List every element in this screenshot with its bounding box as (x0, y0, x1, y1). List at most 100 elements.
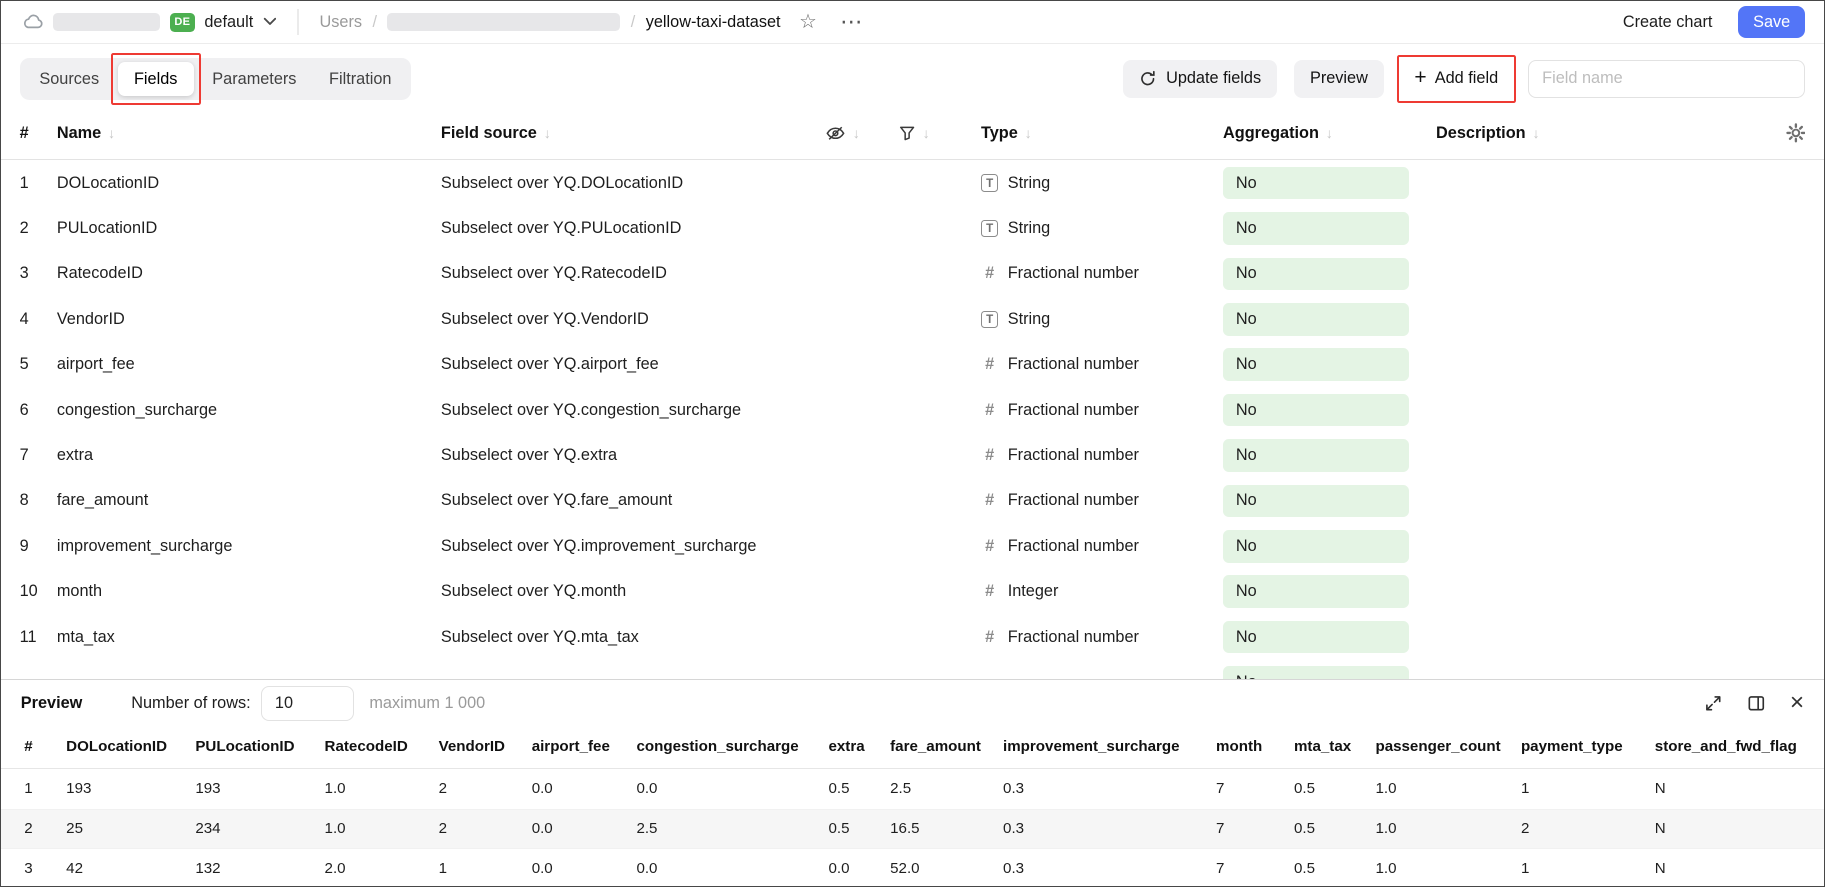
aggregation-select[interactable]: No (1223, 530, 1409, 563)
favorite-star-icon[interactable]: ☆ (799, 10, 817, 34)
number-of-rows-input[interactable] (261, 686, 354, 721)
col-header-aggregation[interactable]: Aggregation ↓ (1223, 124, 1436, 143)
field-source[interactable]: Subselect over YQ.mta_tax (441, 628, 825, 647)
sort-arrow-icon[interactable]: ↓ (544, 125, 551, 141)
expand-preview-icon[interactable] (1704, 694, 1723, 713)
field-row[interactable]: 8fare_amountSubselect over YQ.fare_amoun… (1, 478, 1824, 523)
preview-cell: 1.0 (1375, 780, 1520, 797)
col-header-type[interactable]: Type ↓ (981, 124, 1223, 143)
sort-arrow-icon[interactable]: ↓ (1533, 125, 1540, 141)
aggregation-select[interactable]: No (1223, 212, 1409, 245)
field-source[interactable]: Subselect over YQ.RatecodeID (441, 264, 825, 283)
field-row[interactable]: 6congestion_surchargeSubselect over YQ.c… (1, 387, 1824, 432)
sort-arrow-icon[interactable]: ↓ (853, 125, 860, 141)
more-actions-icon[interactable]: ⋯ (840, 11, 862, 33)
field-type[interactable]: #Fractional number (981, 491, 1223, 510)
field-name[interactable]: improvement_surcharge (57, 537, 441, 556)
field-type[interactable]: #Fractional number (981, 628, 1223, 647)
field-row[interactable]: 7extraSubselect over YQ.extra#Fractional… (1, 433, 1824, 478)
tab-sources[interactable]: Sources (23, 62, 115, 97)
add-field-button[interactable]: + Add field (1400, 60, 1512, 97)
aggregation-select[interactable]: No (1223, 575, 1409, 608)
field-source[interactable]: Subselect over YQ.extra (441, 446, 825, 465)
field-index: 2 (20, 219, 57, 238)
field-name[interactable]: month (57, 582, 441, 601)
field-type[interactable]: TString (981, 310, 1223, 329)
field-name[interactable]: PULocationID (57, 219, 441, 238)
field-type[interactable]: #Fractional number (981, 446, 1223, 465)
preview-col-header: extra (828, 738, 890, 755)
field-type[interactable]: #Fractional number (981, 264, 1223, 283)
table-settings[interactable] (1759, 123, 1806, 143)
add-field-label: Add field (1435, 69, 1498, 88)
aggregation-select[interactable]: No (1223, 167, 1409, 200)
col-header-name[interactable]: Name ↓ (57, 124, 441, 143)
field-type-label: Fractional number (1008, 537, 1139, 556)
split-view-icon[interactable] (1747, 694, 1766, 713)
update-fields-button[interactable]: Update fields (1123, 60, 1277, 97)
create-chart-button[interactable]: Create chart (1623, 13, 1713, 32)
close-preview-icon[interactable]: × (1790, 691, 1804, 715)
aggregation-select[interactable]: No (1223, 258, 1409, 291)
aggregation-select[interactable]: No (1223, 485, 1409, 518)
field-type[interactable]: #Fractional number (981, 537, 1223, 556)
aggregation-select[interactable]: No (1223, 303, 1409, 336)
field-type[interactable]: #Fractional number (981, 355, 1223, 374)
preview-col-header: fare_amount (890, 738, 1003, 755)
field-name[interactable]: congestion_surcharge (57, 401, 441, 420)
field-row[interactable]: 4VendorIDSubselect over YQ.VendorIDTStri… (1, 297, 1824, 342)
field-type[interactable]: TString (981, 219, 1223, 238)
field-name[interactable]: airport_fee (57, 355, 441, 374)
field-source[interactable]: Subselect over YQ.PULocationID (441, 219, 825, 238)
tab-filtration[interactable]: Filtration (313, 62, 408, 97)
col-header-field-source[interactable]: Field source ↓ (441, 124, 825, 143)
field-row[interactable]: 10monthSubselect over YQ.month#IntegerNo (1, 569, 1824, 614)
field-source[interactable]: Subselect over YQ.airport_fee (441, 355, 825, 374)
tab-parameters[interactable]: Parameters (196, 62, 313, 97)
chevron-down-icon[interactable] (263, 17, 277, 26)
field-name[interactable]: DOLocationID (57, 174, 441, 193)
field-name-input[interactable] (1528, 60, 1805, 97)
field-row[interactable]: 5airport_feeSubselect over YQ.airport_fe… (1, 342, 1824, 387)
sort-arrow-icon[interactable]: ↓ (1326, 125, 1333, 141)
field-source[interactable]: Subselect over YQ.congestion_surcharge (441, 401, 825, 420)
col-header-filter[interactable]: ↓ (899, 125, 980, 141)
field-row[interactable]: 9improvement_surchargeSubselect over YQ.… (1, 524, 1824, 569)
preview-cell: 0.5 (1294, 820, 1375, 837)
field-row[interactable]: 2PULocationIDSubselect over YQ.PULocatio… (1, 206, 1824, 251)
field-row[interactable]: 1DOLocationIDSubselect over YQ.DOLocatio… (1, 160, 1824, 205)
field-type[interactable]: TString (981, 174, 1223, 193)
aggregation-select[interactable]: No (1223, 666, 1409, 679)
field-source[interactable]: Subselect over YQ.fare_amount (441, 491, 825, 510)
field-type[interactable]: #Integer (981, 582, 1223, 601)
sort-arrow-icon[interactable]: ↓ (1025, 125, 1032, 141)
field-source[interactable]: Subselect over YQ.VendorID (441, 310, 825, 329)
breadcrumb-users[interactable]: Users (319, 13, 362, 32)
sort-arrow-icon[interactable]: ↓ (923, 125, 930, 141)
field-name[interactable]: fare_amount (57, 491, 441, 510)
environment-selector[interactable]: default (204, 13, 253, 32)
tab-fields[interactable]: Fields (118, 62, 194, 97)
aggregation-select[interactable]: No (1223, 394, 1409, 427)
field-name[interactable]: VendorID (57, 310, 441, 329)
preview-cell: 193 (66, 780, 195, 797)
col-header-description[interactable]: Description ↓ (1436, 124, 1759, 143)
aggregation-select[interactable]: No (1223, 348, 1409, 381)
field-name[interactable]: extra (57, 446, 441, 465)
preview-cell: 42 (66, 860, 195, 877)
col-header-hidden[interactable]: ↓ (825, 124, 899, 143)
sort-arrow-icon[interactable]: ↓ (108, 125, 115, 141)
field-name[interactable]: mta_tax (57, 628, 441, 647)
field-row[interactable]: 3RatecodeIDSubselect over YQ.RatecodeID#… (1, 251, 1824, 296)
preview-cell: 0.5 (828, 820, 890, 837)
field-name[interactable]: RatecodeID (57, 264, 441, 283)
field-source[interactable]: Subselect over YQ.DOLocationID (441, 174, 825, 193)
field-source[interactable]: Subselect over YQ.month (441, 582, 825, 601)
field-source[interactable]: Subselect over YQ.improvement_surcharge (441, 537, 825, 556)
aggregation-select[interactable]: No (1223, 621, 1409, 654)
field-row[interactable]: 11mta_taxSubselect over YQ.mta_tax#Fract… (1, 614, 1824, 659)
field-type[interactable]: #Fractional number (981, 401, 1223, 420)
preview-toggle-button[interactable]: Preview (1294, 60, 1384, 97)
save-button[interactable]: Save (1738, 6, 1805, 39)
aggregation-select[interactable]: No (1223, 439, 1409, 472)
